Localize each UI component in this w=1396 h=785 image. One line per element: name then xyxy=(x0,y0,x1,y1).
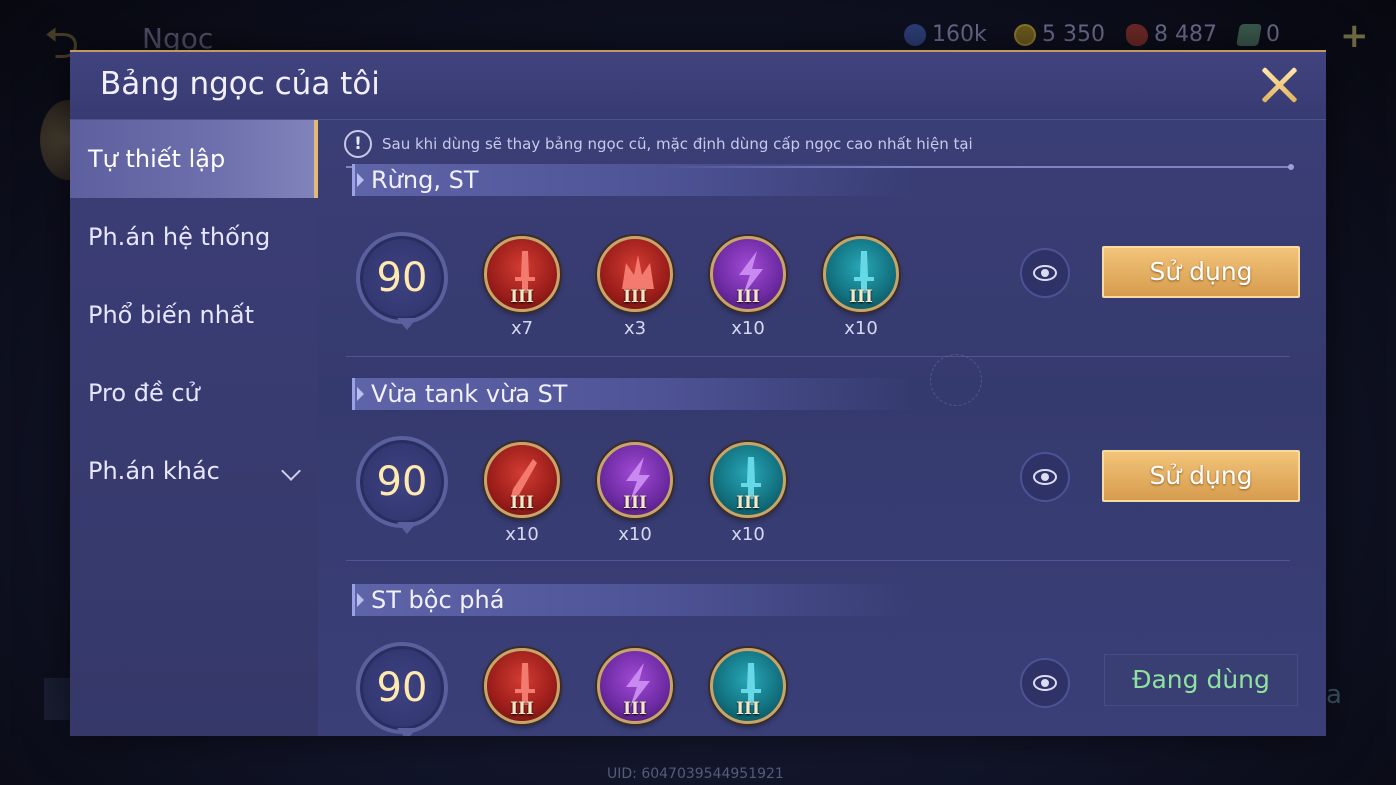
rune-set-1: Rừng, ST 90 III x7 III x3 III x10 III x1… xyxy=(346,164,1300,382)
gem-count: x3 xyxy=(623,318,647,339)
eye-icon xyxy=(1033,675,1057,691)
gem-orb: III xyxy=(484,648,560,724)
resource-blue-coin: 160k xyxy=(904,22,987,47)
rune-set-name: ST bộc phá xyxy=(352,584,912,616)
gem-slot[interactable]: III x10 xyxy=(823,236,899,346)
gem-slot[interactable]: III xyxy=(484,648,560,736)
warning-icon: ! xyxy=(344,130,372,158)
gem-slot[interactable]: III xyxy=(710,648,786,736)
use-button[interactable]: Sử dụng xyxy=(1102,246,1300,298)
gem-slot[interactable]: III x10 xyxy=(710,442,786,552)
sidebar-item-popular[interactable]: Phổ biến nhất xyxy=(70,276,318,354)
gem-count: x10 xyxy=(844,318,878,339)
background-panel-edge xyxy=(44,678,70,720)
in-use-button[interactable]: Đang dùng xyxy=(1104,654,1298,706)
my-rune-pages-dialog: Bảng ngọc của tôi Tự thiết lập Ph.án hệ … xyxy=(70,50,1326,736)
gem-orb: III xyxy=(710,442,786,518)
sidebar-item-system[interactable]: Ph.án hệ thống xyxy=(70,198,318,276)
gem-orb: III xyxy=(484,442,560,518)
dialog-title: Bảng ngọc của tôi xyxy=(100,66,380,102)
gem-slot[interactable]: III x10 xyxy=(484,442,560,552)
level-badge: 90 xyxy=(356,642,448,736)
eye-icon xyxy=(1033,469,1057,485)
resource-red-gem: 8 487 xyxy=(1126,22,1217,47)
preview-button[interactable] xyxy=(1020,248,1070,298)
section-divider xyxy=(346,560,1290,561)
dialog-header: Bảng ngọc của tôi xyxy=(70,52,1326,120)
gem-orb: III xyxy=(710,648,786,724)
eye-icon xyxy=(1033,265,1057,281)
use-button[interactable]: Sử dụng xyxy=(1102,450,1300,502)
sidebar-item-custom[interactable]: Tự thiết lập xyxy=(70,120,318,198)
notice-text: Sau khi dùng sẽ thay bảng ngọc cũ, mặc đ… xyxy=(382,135,973,153)
rune-set-name: Rừng, ST xyxy=(352,164,912,196)
loading-ring-icon xyxy=(930,354,982,406)
red-gem-icon xyxy=(1126,23,1148,46)
blue-coin-icon xyxy=(904,23,926,46)
background-topbar: ⮌ Ngọc 160k 5 350 8 487 0 + xyxy=(0,0,1396,66)
gem-orb: III xyxy=(823,236,899,312)
gem-slot[interactable]: III x10 xyxy=(597,442,673,552)
background-text-fragment: a xyxy=(1326,680,1342,710)
rune-set-3: ST bộc phá 90 III III III Đang dùng xyxy=(352,584,1298,736)
gem-count: x10 xyxy=(505,524,539,545)
gem-orb: III xyxy=(710,236,786,312)
preview-button[interactable] xyxy=(1020,452,1070,502)
add-resource-button[interactable]: + xyxy=(1340,16,1369,56)
gem-slot[interactable]: III x10 xyxy=(710,236,786,346)
gem-slot[interactable]: III x7 xyxy=(484,236,560,346)
gem-orb: III xyxy=(484,236,560,312)
gold-coin-icon xyxy=(1014,23,1036,46)
gem-count: x7 xyxy=(510,318,534,339)
preview-button[interactable] xyxy=(1020,658,1070,708)
sidebar-item-other[interactable]: Ph.án khác xyxy=(70,432,318,510)
gem-slot[interactable]: III x3 xyxy=(597,236,673,346)
close-icon[interactable] xyxy=(1258,64,1300,106)
rune-set-list[interactable]: ! Sau khi dùng sẽ thay bảng ngọc cũ, mặc… xyxy=(318,120,1326,736)
level-badge: 90 xyxy=(356,232,448,330)
resource-ticket: 0 xyxy=(1236,22,1280,47)
resource-gold-coin: 5 350 xyxy=(1014,22,1105,47)
gem-count: x10 xyxy=(731,318,765,339)
rune-set-2: Vừa tank vừa ST 90 III x10 III x10 III x… xyxy=(346,378,1300,584)
gem-slot[interactable]: III xyxy=(597,648,673,736)
notice-bar: ! Sau khi dùng sẽ thay bảng ngọc cũ, mặc… xyxy=(344,130,973,158)
level-badge: 90 xyxy=(356,436,448,534)
rune-set-name: Vừa tank vừa ST xyxy=(352,378,912,410)
gem-orb: III xyxy=(597,648,673,724)
chevron-down-icon xyxy=(281,461,301,481)
sidebar-item-pro[interactable]: Pro đề cử xyxy=(70,354,318,432)
uid-label: UID: 6047039544951921 xyxy=(607,766,784,782)
gem-count: x10 xyxy=(618,524,652,545)
sidebar: Tự thiết lập Ph.án hệ thống Phổ biến nhấ… xyxy=(70,120,318,736)
gem-orb: III xyxy=(597,442,673,518)
ticket-icon xyxy=(1236,23,1262,46)
gem-orb: III xyxy=(597,236,673,312)
section-divider xyxy=(346,356,1290,357)
gem-count: x10 xyxy=(731,524,765,545)
